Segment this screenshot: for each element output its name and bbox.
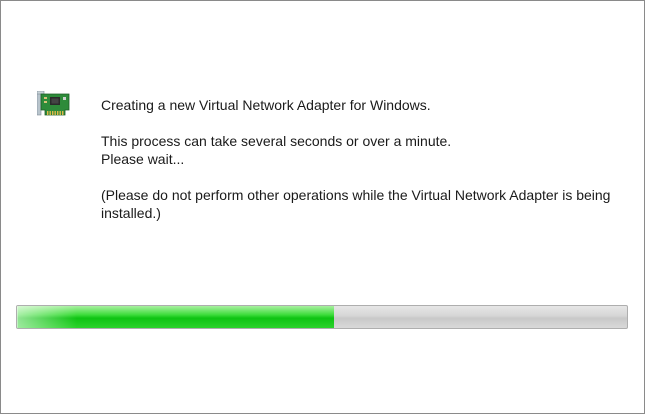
progress-bar-fill [17, 306, 335, 328]
wait-notice: Please wait... [101, 151, 185, 167]
progress-bar [16, 305, 628, 329]
message-block: Creating a new Virtual Network Adapter f… [101, 96, 631, 222]
install-dialog: Creating a new Virtual Network Adapter f… [0, 0, 645, 414]
progress-bar-glow [17, 306, 77, 328]
network-adapter-card-icon [37, 91, 70, 116]
duration-notice: This process can take several seconds or… [101, 133, 452, 149]
warning-notice: (Please do not perform other operations … [101, 187, 611, 221]
status-heading: Creating a new Virtual Network Adapter f… [101, 97, 431, 113]
